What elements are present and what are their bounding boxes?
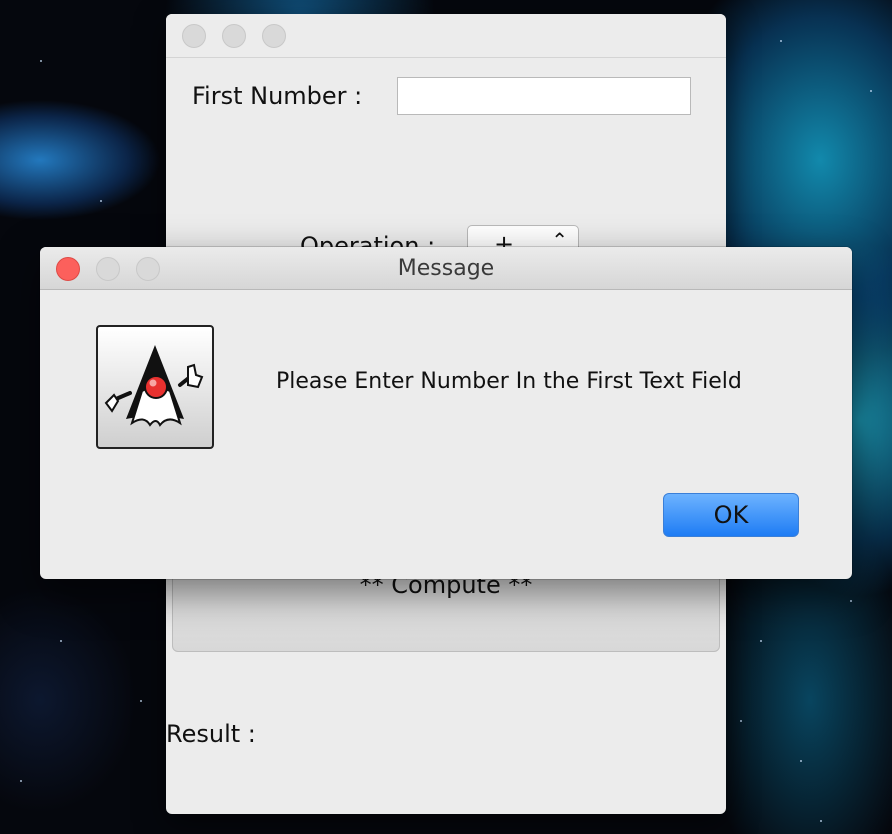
duke-figure xyxy=(104,345,204,427)
java-duke-icon xyxy=(96,325,214,449)
window-close-button[interactable] xyxy=(182,24,206,48)
first-number-field[interactable] xyxy=(397,77,691,115)
window-minimize-button[interactable] xyxy=(222,24,246,48)
dialog-titlebar: Message xyxy=(40,247,852,290)
first-number-label: First Number : xyxy=(192,82,363,110)
dialog-title: Message xyxy=(397,256,495,281)
message-dialog: Message Please Enter Number In the First… xyxy=(40,247,852,579)
result-label: Result : xyxy=(166,720,256,748)
ok-button[interactable]: OK xyxy=(663,493,799,537)
calculator-titlebar xyxy=(166,14,726,58)
dialog-message: Please Enter Number In the First Text Fi… xyxy=(276,369,742,394)
window-zoom-button[interactable] xyxy=(262,24,286,48)
